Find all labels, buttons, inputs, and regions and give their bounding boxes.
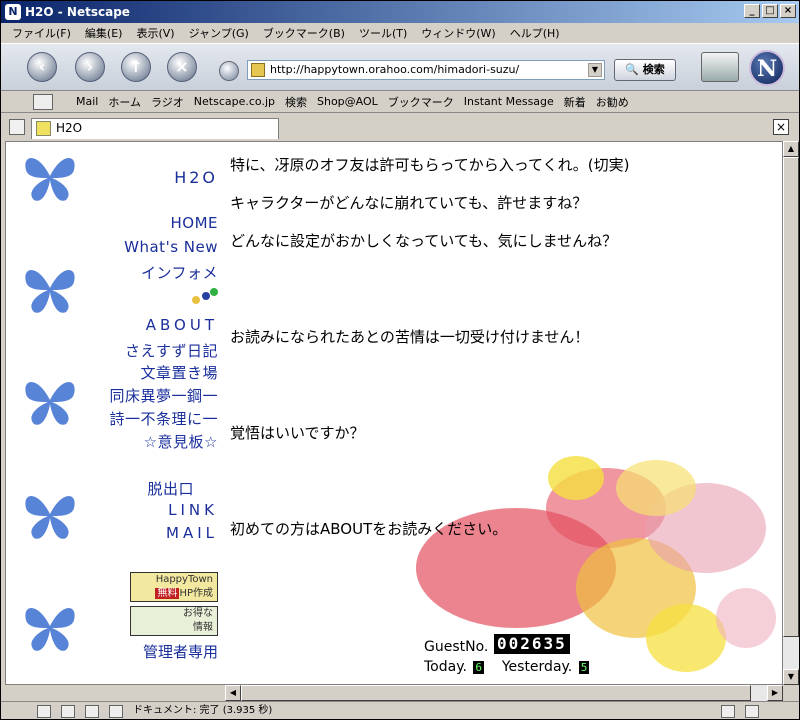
bookmark-new[interactable]: 新着 bbox=[559, 94, 591, 110]
browser-window: N H2O - Netscape _ □ × ファイル(F) 編集(E) 表示(… bbox=[0, 0, 800, 720]
notice-line: お読みになられたあとの苦情は一切受け付けません！ bbox=[230, 328, 590, 346]
sidebar-toggle-icon[interactable] bbox=[33, 94, 53, 110]
bookmark-bookmarks[interactable]: ブックマーク bbox=[383, 94, 459, 110]
menu-bookmarks[interactable]: ブックマーク(B) bbox=[256, 25, 352, 41]
new-tab-icon[interactable] bbox=[9, 119, 25, 135]
mail-icon[interactable] bbox=[37, 705, 51, 718]
forward-button[interactable]: › bbox=[75, 52, 105, 82]
nav-dream-link[interactable]: 同床異夢一鋼一 bbox=[109, 385, 218, 406]
nav-whats-new-link[interactable]: What's New bbox=[124, 238, 218, 256]
tab-bar: H2O × bbox=[1, 115, 799, 139]
bookmark-home[interactable]: ホーム bbox=[103, 94, 146, 110]
happytown-banner[interactable]: HappyTown 無料 HP作成 bbox=[130, 572, 218, 602]
bookmark-recommended[interactable]: お勧め bbox=[591, 94, 634, 110]
notice-line: キャラクターがどんなに崩れていても、許せますね？ bbox=[230, 194, 588, 212]
status-bar: ドキュメント: 完了 (3.935 秒) bbox=[1, 701, 799, 720]
status-text: ドキュメント: 完了 (3.935 秒) bbox=[133, 705, 273, 716]
nav-mail-link[interactable]: MAIL bbox=[166, 524, 218, 542]
url-dropdown-icon[interactable]: ▼ bbox=[588, 63, 602, 77]
scroll-thumb[interactable] bbox=[241, 685, 751, 701]
nav-exit-link[interactable]: 脱出口 bbox=[147, 478, 194, 499]
page-content: H2O HOME What's New インフォメ ABOUT さえすず日記 文… bbox=[5, 141, 783, 685]
nav-about-link[interactable]: ABOUT bbox=[146, 316, 218, 334]
notice-line: 特に、冴原のオフ友は許可もらってから入ってくれ。(切実) bbox=[230, 156, 630, 174]
online-icon[interactable] bbox=[745, 705, 759, 718]
netscape-app-icon: N bbox=[5, 4, 21, 20]
decor-dot bbox=[210, 288, 218, 296]
decor-dot bbox=[202, 292, 210, 300]
deals-banner[interactable]: お得な 情報 bbox=[130, 606, 218, 636]
guest-counter: 002635 bbox=[494, 634, 570, 654]
menu-bar: ファイル(F) 編集(E) 表示(V) ジャンプ(G) ブックマーク(B) ツー… bbox=[1, 23, 799, 43]
nav-home-link[interactable]: HOME bbox=[170, 214, 218, 232]
address-book-icon[interactable] bbox=[109, 705, 123, 718]
scroll-left-icon[interactable]: ◀ bbox=[225, 685, 241, 701]
window-title: H2O - Netscape bbox=[25, 5, 130, 19]
butterfly-icon bbox=[25, 381, 75, 425]
menu-edit[interactable]: 編集(E) bbox=[78, 25, 130, 41]
bookmark-shop[interactable]: Shop@AOL bbox=[312, 95, 383, 108]
composer-icon[interactable] bbox=[85, 705, 99, 718]
butterfly-icon bbox=[25, 269, 75, 313]
search-icon: 🔍 bbox=[625, 63, 639, 76]
stop-button[interactable]: × bbox=[167, 52, 197, 82]
bookmark-instant-message[interactable]: Instant Message bbox=[459, 95, 559, 108]
minimize-button[interactable]: _ bbox=[744, 4, 760, 18]
nav-diary-link[interactable]: さえすず日記 bbox=[125, 340, 218, 361]
scroll-up-icon[interactable]: ▲ bbox=[783, 141, 799, 157]
tab-h2o[interactable]: H2O bbox=[31, 118, 279, 139]
notice-line: 覚悟はいいですか？ bbox=[230, 424, 365, 442]
butterfly-icon bbox=[25, 157, 75, 201]
menu-tools[interactable]: ツール(T) bbox=[352, 25, 414, 41]
nav-info-link[interactable]: インフォメ bbox=[141, 262, 218, 283]
menu-file[interactable]: ファイル(F) bbox=[5, 25, 78, 41]
butterfly-icon bbox=[25, 607, 75, 651]
aim-icon[interactable] bbox=[61, 705, 75, 718]
url-text: http://happytown.orahoo.com/himadori-suz… bbox=[270, 63, 520, 76]
navigation-toolbar: ‹ › ↑ × http://happytown.orahoo.com/hima… bbox=[1, 43, 799, 91]
site-title: H2O bbox=[174, 168, 218, 187]
scroll-right-icon[interactable]: ▶ bbox=[767, 685, 783, 701]
title-bar: N H2O - Netscape _ □ × bbox=[1, 1, 799, 23]
home-globe-icon[interactable] bbox=[219, 61, 239, 81]
notice-line: どんなに設定がおかしくなっていても、気にしませんね？ bbox=[230, 232, 618, 250]
bookmark-mail[interactable]: Mail bbox=[71, 95, 103, 108]
back-button[interactable]: ‹ bbox=[27, 52, 57, 82]
netscape-logo[interactable]: N bbox=[749, 50, 785, 86]
horizontal-scrollbar[interactable]: ◀ ▶ bbox=[225, 685, 783, 701]
nav-poem-link[interactable]: 詩一不条理に一 bbox=[109, 408, 218, 429]
nav-texts-link[interactable]: 文章置き場 bbox=[140, 362, 218, 383]
notice-line: 初めての方はABOUTをお読みください。 bbox=[230, 520, 508, 538]
menu-go[interactable]: ジャンプ(G) bbox=[182, 25, 256, 41]
decor-dot bbox=[192, 296, 200, 304]
scroll-thumb[interactable] bbox=[783, 157, 799, 637]
scroll-down-icon[interactable]: ▼ bbox=[783, 669, 799, 685]
nav-board-link[interactable]: ☆意見板☆ bbox=[144, 431, 218, 452]
site-sidebar: H2O HOME What's New インフォメ ABOUT さえすず日記 文… bbox=[6, 142, 226, 684]
daily-counter: Today. 6 Yesterday. 5 bbox=[424, 659, 590, 675]
tab-title: H2O bbox=[56, 121, 83, 135]
guest-counter-label: GuestNo. bbox=[424, 639, 489, 655]
page-icon bbox=[251, 63, 265, 77]
vertical-scrollbar[interactable]: ▲ ▼ bbox=[783, 141, 799, 685]
print-icon[interactable] bbox=[701, 52, 739, 82]
security-icon[interactable] bbox=[721, 705, 735, 718]
close-button[interactable]: × bbox=[780, 4, 796, 18]
search-button[interactable]: 🔍 検索 bbox=[614, 59, 676, 81]
page-icon bbox=[36, 121, 51, 136]
bookmark-search[interactable]: 検索 bbox=[280, 94, 312, 110]
bookmark-radio[interactable]: ラジオ bbox=[146, 94, 189, 110]
nav-admin-link[interactable]: 管理者専用 bbox=[143, 641, 218, 662]
personal-toolbar: Mail ホーム ラジオ Netscape.co.jp 検索 Shop@AOL … bbox=[1, 91, 799, 113]
menu-view[interactable]: 表示(V) bbox=[129, 25, 181, 41]
butterfly-icon bbox=[25, 495, 75, 539]
nav-link-link[interactable]: LINK bbox=[168, 501, 218, 519]
menu-help[interactable]: ヘルプ(H) bbox=[503, 25, 567, 41]
close-tab-icon[interactable]: × bbox=[773, 119, 789, 135]
menu-window[interactable]: ウィンドウ(W) bbox=[414, 25, 502, 41]
url-field[interactable]: http://happytown.orahoo.com/himadori-suz… bbox=[247, 60, 605, 80]
bookmark-netscape[interactable]: Netscape.co.jp bbox=[189, 95, 280, 108]
reload-button[interactable]: ↑ bbox=[121, 52, 151, 82]
maximize-button[interactable]: □ bbox=[762, 4, 778, 18]
